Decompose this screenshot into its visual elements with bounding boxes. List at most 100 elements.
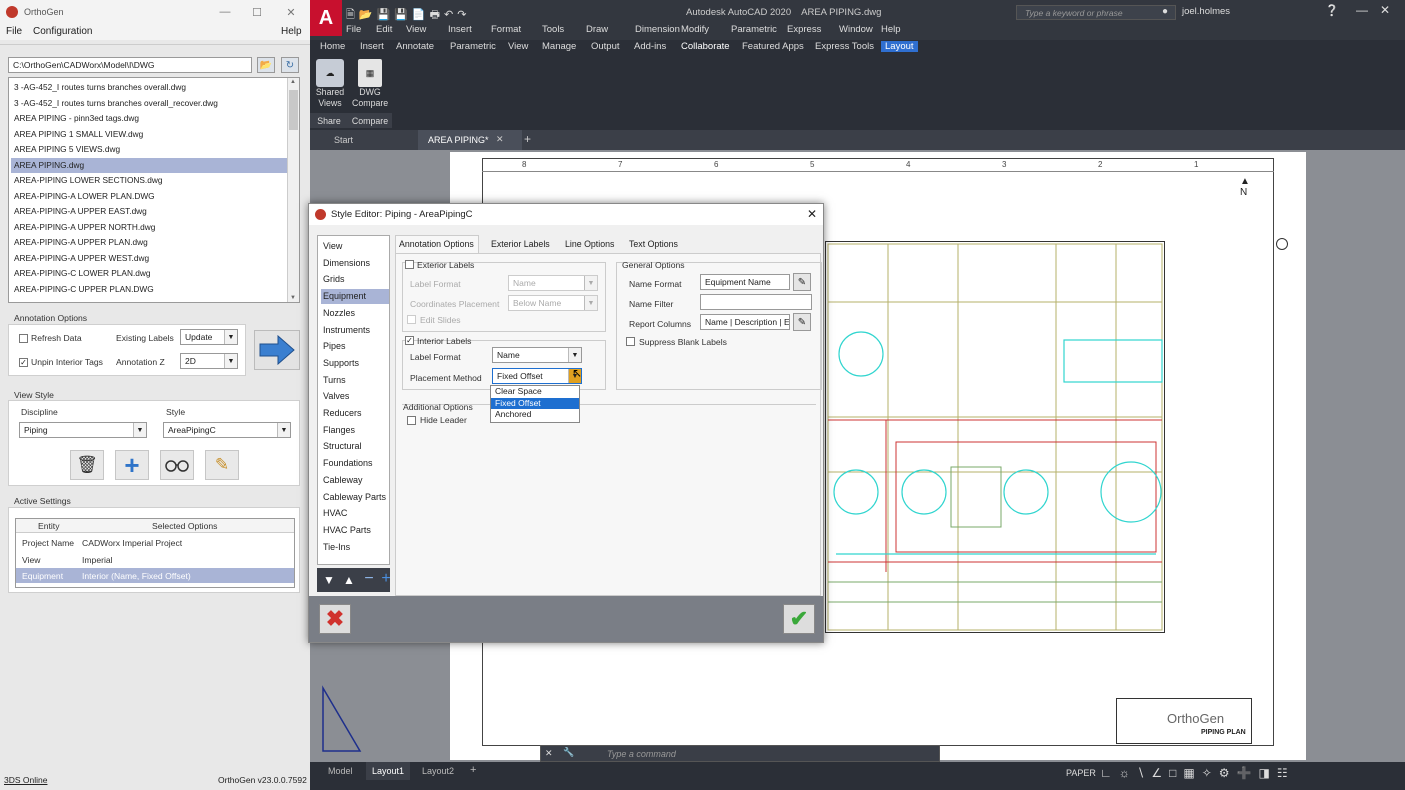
run-button[interactable]	[254, 330, 300, 370]
ribbon-tab-parametric[interactable]: Parametric	[450, 41, 496, 52]
acad-menu-format[interactable]: Format	[491, 24, 521, 35]
ribbon-tab-view[interactable]: View	[508, 41, 528, 52]
ribbon-tab-layout[interactable]: Layout	[881, 41, 918, 52]
file-list-scrollbar[interactable]: ▲ ▼	[287, 78, 299, 302]
category-list[interactable]: View Dimensions Grids Equipment Nozzles Instr…	[317, 235, 390, 565]
cancel-button[interactable]: ✖	[319, 604, 351, 634]
tab-model[interactable]: Model	[328, 766, 353, 776]
category-item[interactable]: Turns	[321, 373, 389, 388]
tab-exterior-labels[interactable]: Exterior Labels	[491, 239, 550, 249]
dropdown-option[interactable]: Fixed Offset	[491, 397, 579, 409]
menu-file[interactable]: File	[6, 26, 22, 37]
interior-labels-checkbox[interactable]: ✓	[405, 336, 414, 345]
path-input[interactable]: C:\OrthoGen\CADWorx\Model\I\DWG	[8, 57, 252, 73]
ribbon-tab-home[interactable]: Home	[320, 41, 345, 52]
minimize-icon[interactable]: —	[208, 0, 242, 24]
ok-button[interactable]: ✔	[783, 604, 815, 634]
ribbon-tab-collaborate[interactable]: Collaborate	[681, 41, 730, 52]
ribbon-tab-annotate[interactable]: Annotate	[396, 41, 434, 52]
placement-method-select[interactable]: Fixed Offset ▼	[492, 368, 582, 384]
acad-menu-help[interactable]: Help	[881, 24, 901, 35]
suppress-blank-checkbox[interactable]	[626, 337, 635, 346]
file-list[interactable]: 3 -AG-452_I routes turns branches overal…	[8, 77, 300, 303]
menu-configuration[interactable]: Configuration	[33, 26, 92, 37]
add-icon[interactable]: +	[376, 569, 396, 589]
command-line[interactable]: ✕ 🔧 Type a command	[540, 745, 940, 762]
ribbon-tab-featured-apps[interactable]: Featured Apps	[742, 41, 804, 52]
new-tab-icon[interactable]: +	[524, 132, 531, 146]
dropdown-option[interactable]: Clear Space	[491, 386, 579, 398]
annotation-z-select[interactable]: 2D ▼	[180, 353, 238, 369]
acad-menu-insert[interactable]: Insert	[448, 24, 472, 35]
shared-views-button[interactable]: Shared Views	[312, 87, 348, 109]
category-item[interactable]: Cableway	[321, 473, 389, 488]
file-list-item[interactable]: AREA-PIPING LOWER SECTIONS.dwg	[11, 173, 287, 188]
wrench-icon[interactable]: 🔧	[563, 747, 574, 758]
refresh-data-checkbox[interactable]	[19, 334, 28, 343]
viewcube-circle-icon[interactable]	[1276, 238, 1288, 250]
acad-menu-view[interactable]: View	[406, 24, 426, 35]
ribbon-tab-output[interactable]: Output	[591, 41, 620, 52]
close-tab-icon[interactable]: ✕	[496, 134, 504, 145]
acad-menu-draw[interactable]: Draw	[586, 24, 608, 35]
category-item[interactable]: Dimensions	[321, 256, 389, 271]
discipline-select[interactable]: Piping ▼	[19, 422, 147, 438]
file-list-item[interactable]: AREA-PIPING-C UPPER PLAN.DWG	[11, 282, 287, 297]
file-list-item[interactable]: AREA PIPING 1 SMALL VIEW.dwg	[11, 127, 287, 142]
ribbon-tab-insert[interactable]: Insert	[360, 41, 384, 52]
help-icon[interactable]: ❔	[1325, 4, 1339, 17]
add-layout-icon[interactable]: +	[470, 764, 476, 776]
file-list-item[interactable]: AREA-PIPING-A UPPER WEST.dwg	[11, 251, 287, 266]
tab-annotation-options[interactable]: Annotation Options	[399, 239, 474, 249]
file-list-item[interactable]: AREA-PIPING-A UPPER NORTH.dwg	[11, 220, 287, 235]
category-item[interactable]: Grids	[321, 272, 389, 287]
dwg-compare-button[interactable]: DWG Compare	[352, 87, 388, 109]
table-row[interactable]: View Imperial	[16, 552, 294, 567]
add-style-button[interactable]: +	[115, 450, 149, 480]
delete-style-button[interactable]: 🗑	[70, 450, 104, 480]
acad-menu-modify[interactable]: Modify	[681, 24, 709, 35]
style-select[interactable]: AreaPipingC ▼	[163, 422, 291, 438]
edit-style-button[interactable]: ✎	[205, 450, 239, 480]
ribbon-tab-manage[interactable]: Manage	[542, 41, 576, 52]
category-item[interactable]: Supports	[321, 356, 389, 371]
edit-name-format-icon[interactable]: ✎	[793, 273, 811, 291]
int-label-format-select[interactable]: Name ▼	[492, 347, 582, 363]
hide-leader-checkbox[interactable]	[407, 416, 416, 425]
category-item[interactable]: HVAC Parts	[321, 523, 389, 538]
file-list-item[interactable]: AREA PIPING 5 VIEWS.dwg	[11, 142, 287, 157]
category-item[interactable]: Pipes	[321, 339, 389, 354]
category-item[interactable]: Flanges	[321, 423, 389, 438]
file-list-item[interactable]: 3 -AG-452_I routes turns branches overal…	[11, 80, 287, 95]
command-input[interactable]: Type a command	[607, 749, 676, 759]
dwg-compare-icon[interactable]: ▦	[358, 59, 382, 87]
online-link[interactable]: 3DS Online	[4, 775, 47, 785]
ribbon-tab-express-tools[interactable]: Express Tools	[815, 41, 874, 52]
acad-menu-window[interactable]: Window	[839, 24, 873, 35]
category-item[interactable]: View	[321, 239, 389, 254]
category-item[interactable]: Valves	[321, 389, 389, 404]
report-columns-field[interactable]: Name | Description | E	[700, 314, 790, 330]
name-filter-input[interactable]	[700, 294, 812, 310]
close-icon[interactable]: ✕	[274, 0, 308, 24]
category-item[interactable]: HVAC	[321, 506, 389, 521]
existing-labels-select[interactable]: Update ▼	[180, 329, 238, 345]
view-style-button[interactable]	[160, 450, 194, 480]
dropdown-option[interactable]: Anchored	[491, 409, 579, 421]
close-icon[interactable]: ✕	[807, 207, 817, 221]
maximize-icon[interactable]: ☐	[240, 0, 274, 24]
category-item[interactable]: Cableway Parts	[321, 490, 389, 505]
exterior-labels-checkbox[interactable]	[405, 260, 414, 269]
user-name[interactable]: joel.holmes	[1182, 6, 1230, 17]
category-item[interactable]: Reducers	[321, 406, 389, 421]
folder-open-icon[interactable]: 📂	[257, 57, 275, 73]
category-item[interactable]: Equipment	[321, 289, 389, 305]
table-row[interactable]: Project Name CADWorx Imperial Project	[16, 535, 294, 550]
placement-method-dropdown[interactable]: Clear Space Fixed Offset Anchored	[490, 385, 580, 423]
minimize-icon[interactable]: —	[1356, 3, 1368, 17]
quick-access-toolbar[interactable]: 🗎📂💾💾📄🖶↶↷	[346, 6, 470, 25]
move-up-icon[interactable]: ▲	[339, 570, 359, 590]
tab-line-options[interactable]: Line Options	[565, 239, 614, 249]
close-icon[interactable]: ✕	[1380, 3, 1390, 17]
category-item[interactable]: Instruments	[321, 323, 389, 338]
